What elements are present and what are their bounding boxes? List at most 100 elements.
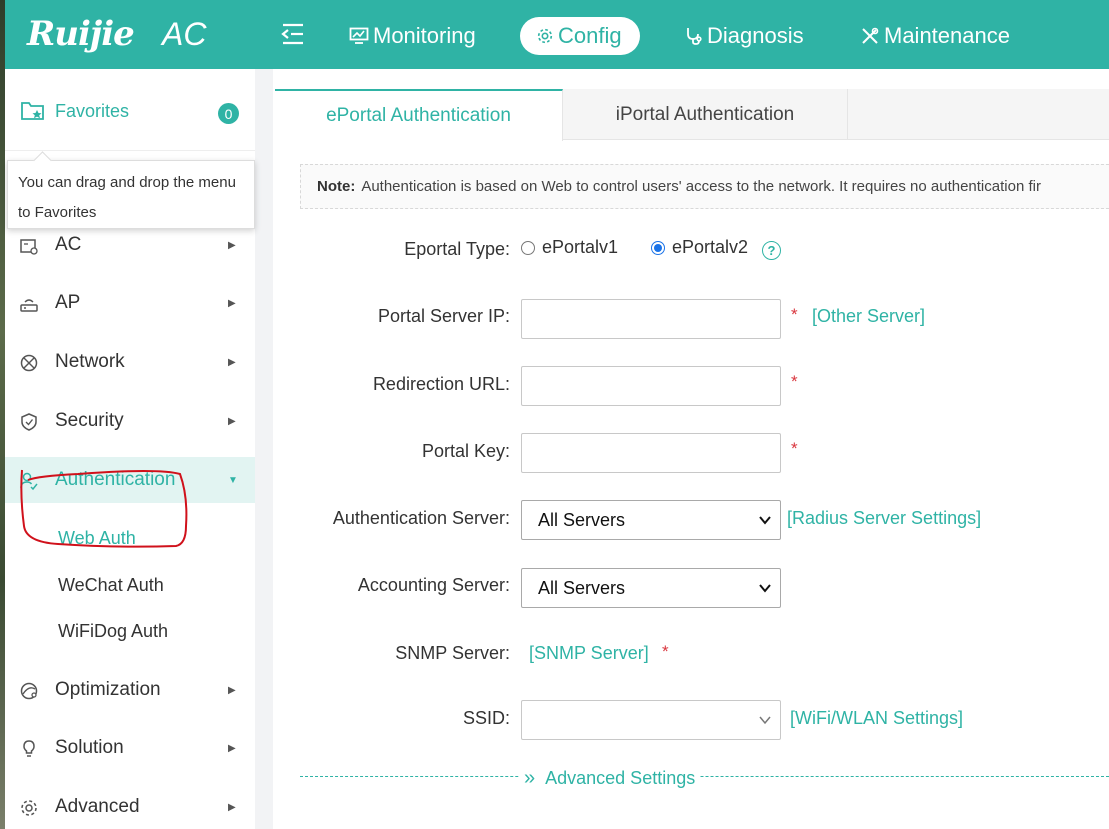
radio-eportalv2[interactable]: ePortalv2 <box>651 237 748 258</box>
note-prefix: Note: <box>317 178 356 195</box>
radius-server-settings-link[interactable]: [Radius Server Settings] <box>787 508 981 529</box>
advanced-settings-toggle[interactable]: » Advanced Settings <box>520 767 700 790</box>
favorites-folder-icon <box>21 102 44 120</box>
sidebar-item-network[interactable]: Network ▶ <box>5 339 255 385</box>
sidebar-item-ap-label: AP <box>55 292 81 313</box>
radio-eportalv2-circle[interactable] <box>651 240 665 255</box>
main-content: ePortal Authentication iPortal Authentic… <box>275 89 1109 829</box>
help-icon[interactable]: ? <box>762 241 781 260</box>
double-chevron-right-icon: » <box>524 767 536 789</box>
snmp-server-label: SNMP Server: <box>395 643 510 663</box>
other-server-link[interactable]: [Other Server] <box>812 306 925 327</box>
radio-eportalv1[interactable]: ePortalv1 <box>521 237 618 258</box>
required-mark: * <box>791 439 798 458</box>
sidebar-item-ap[interactable]: AP ▶ <box>5 280 255 326</box>
sidebar-item-solution-label: Solution <box>55 737 124 758</box>
ssid-select[interactable] <box>521 700 781 740</box>
nav-config-label: Config <box>558 23 622 48</box>
ac-icon <box>20 239 38 255</box>
chevron-right-icon: ▶ <box>228 239 236 251</box>
optimization-icon <box>20 682 38 700</box>
stethoscope-icon <box>687 28 702 45</box>
network-icon <box>20 354 38 372</box>
authentication-server-label: Authentication Server: <box>332 508 510 528</box>
chevron-right-icon: ▶ <box>228 742 236 754</box>
nav-diagnosis-label: Diagnosis <box>707 23 804 48</box>
content-gutter <box>255 69 273 829</box>
accounting-server-select[interactable]: All Servers <box>521 568 781 608</box>
sidebar: Favorites 0 You can drag and drop the me… <box>5 69 255 829</box>
sidebar-item-optimization[interactable]: Optimization ▶ <box>5 667 255 713</box>
required-mark: * <box>791 372 798 391</box>
chevron-right-icon: ▶ <box>228 801 236 813</box>
tools-icon <box>862 27 879 44</box>
favorites-tooltip: You can drag and drop the menu to Favori… <box>7 160 255 229</box>
gear-icon <box>537 28 553 44</box>
sidebar-subitem-web-auth[interactable]: Web Auth <box>58 528 136 549</box>
nav-maintenance[interactable]: Maintenance <box>860 17 1010 55</box>
nav-monitoring[interactable]: Monitoring <box>349 17 476 55</box>
chevron-right-icon: ▶ <box>228 415 236 427</box>
portal-key-input[interactable] <box>521 433 781 473</box>
ap-icon <box>20 299 38 312</box>
chevron-down-icon: ▼ <box>228 474 238 486</box>
sidebar-item-solution[interactable]: Solution ▶ <box>5 725 255 771</box>
redirection-url-label: Redirection URL: <box>372 374 510 394</box>
authentication-server-value: All Servers <box>538 509 626 530</box>
sidebar-item-advanced-label: Advanced <box>55 796 140 817</box>
accounting-server-value: All Servers <box>538 577 626 598</box>
radio-eportalv1-circle[interactable] <box>521 240 535 255</box>
sidebar-item-optimization-label: Optimization <box>55 679 161 700</box>
monitor-icon <box>349 27 369 44</box>
nav-maintenance-label: Maintenance <box>884 23 1010 48</box>
ssid-label: SSID: <box>462 708 510 728</box>
sidebar-item-advanced[interactable]: Advanced ▶ <box>5 784 255 829</box>
shield-icon <box>21 413 37 431</box>
ruijie-logo: Ruijie <box>27 14 135 54</box>
advanced-settings-label: Advanced Settings <box>545 768 696 788</box>
menu-collapse-icon[interactable] <box>280 22 306 46</box>
tab-eportal-authentication[interactable]: ePortal Authentication <box>275 89 563 141</box>
required-mark: * <box>791 305 798 324</box>
eportal-type-label: Eportal Type: <box>404 239 510 259</box>
favorites-item[interactable]: Favorites 0 <box>5 69 255 151</box>
top-header: Ruijie AC Monitoring Config Diagnosis Ma… <box>5 0 1109 69</box>
product-name: AC <box>162 16 207 52</box>
required-mark: * <box>662 642 669 661</box>
sidebar-item-security-label: Security <box>55 410 124 431</box>
user-check-icon <box>20 472 38 491</box>
authentication-server-select[interactable]: All Servers <box>521 500 781 540</box>
nav-monitoring-label: Monitoring <box>373 23 476 48</box>
chevron-right-icon: ▶ <box>228 684 236 696</box>
note-text: Authentication is based on Web to contro… <box>361 178 1041 195</box>
wifi-wlan-settings-link[interactable]: [WiFi/WLAN Settings] <box>790 708 963 729</box>
radio-eportalv2-label: ePortalv2 <box>672 237 749 257</box>
sidebar-item-ac-label: AC <box>55 234 82 255</box>
redirection-url-input[interactable] <box>521 366 781 406</box>
accounting-server-label: Accounting Server: <box>357 575 510 595</box>
snmp-server-link[interactable]: [SNMP Server] <box>529 643 649 664</box>
chevron-down-icon <box>759 516 771 525</box>
tab-iportal-authentication[interactable]: iPortal Authentication <box>563 89 848 140</box>
chevron-right-icon: ▶ <box>228 297 236 309</box>
note-banner: Note: Authentication is based on Web to … <box>300 164 1109 209</box>
sidebar-subitem-wechat-auth[interactable]: WeChat Auth <box>58 575 164 596</box>
sidebar-item-network-label: Network <box>55 351 125 372</box>
sidebar-item-authentication[interactable]: Authentication ▼ <box>5 457 255 503</box>
portal-server-ip-input[interactable] <box>521 299 781 339</box>
sidebar-item-authentication-label: Authentication <box>55 469 176 490</box>
tab-bar: ePortal Authentication iPortal Authentic… <box>275 89 1109 141</box>
advanced-divider <box>300 776 1109 777</box>
nav-diagnosis[interactable]: Diagnosis <box>685 17 804 55</box>
chevron-down-icon <box>759 716 771 725</box>
gear-icon <box>21 800 37 816</box>
nav-config[interactable]: Config <box>520 17 640 55</box>
favorites-count-badge: 0 <box>218 103 239 124</box>
bulb-icon <box>23 740 35 757</box>
chevron-down-icon <box>759 584 771 593</box>
favorites-label: Favorites <box>55 101 130 121</box>
sidebar-subitem-wifidog-auth[interactable]: WiFiDog Auth <box>58 621 168 642</box>
portal-server-ip-label: Portal Server IP: <box>377 306 510 326</box>
radio-eportalv1-label: ePortalv1 <box>542 237 619 257</box>
sidebar-item-security[interactable]: Security ▶ <box>5 398 255 444</box>
